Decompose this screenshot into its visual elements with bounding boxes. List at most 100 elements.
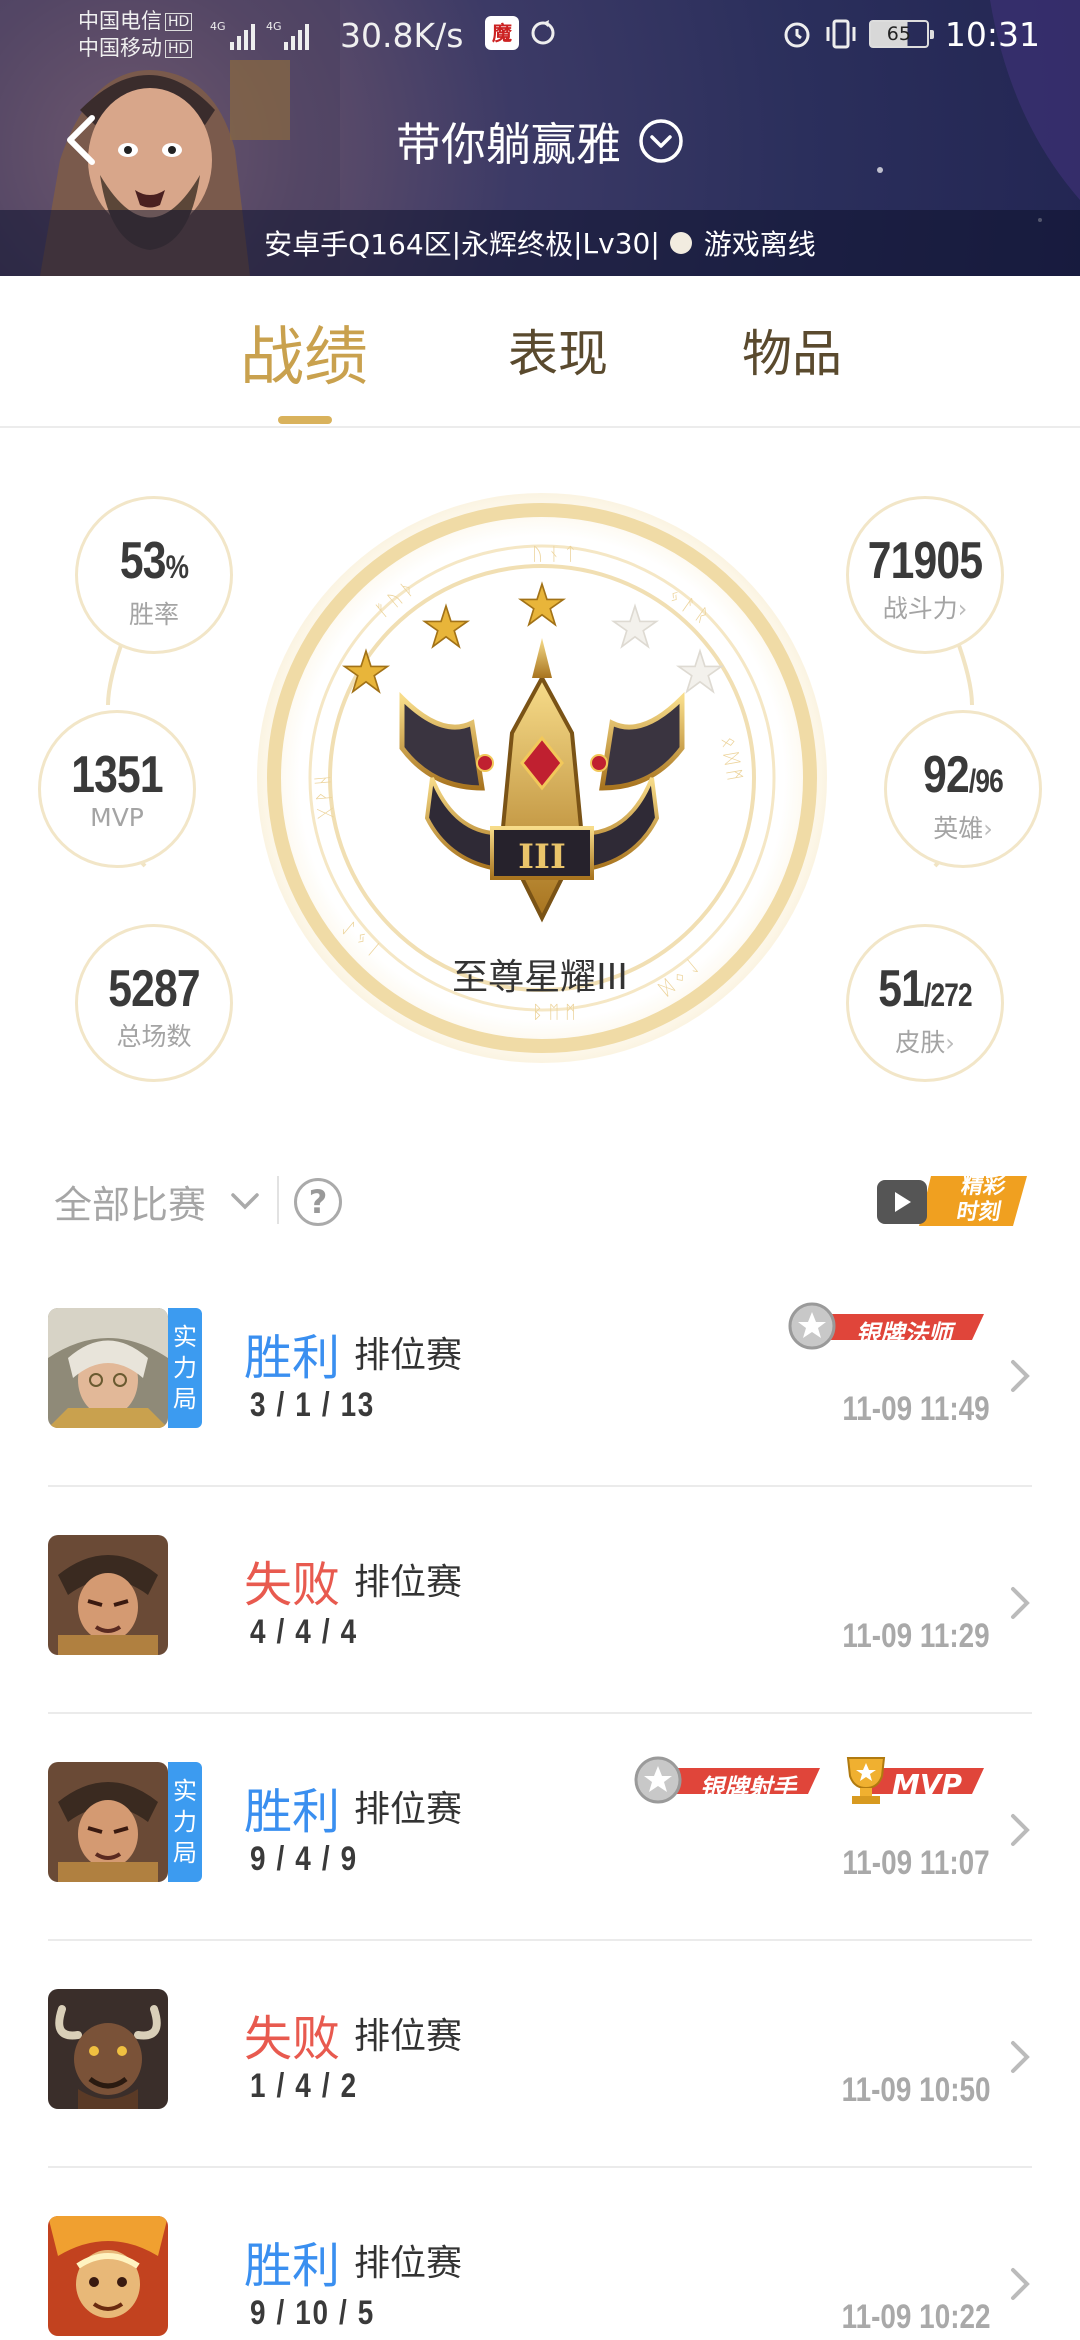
rank-title: 永辉终极 — [461, 228, 574, 261]
ranked-match-tag: 实 力 局 — [168, 1762, 202, 1882]
chevron-down-icon[interactable] — [230, 1192, 260, 1212]
match-row[interactable]: 失败 排位赛 1 / 4 / 2 11-09 10:50 — [48, 1941, 1032, 2168]
heroes-total: /96 — [968, 763, 1004, 799]
match-row[interactable]: 实 力 局 胜利 排位赛 3 / 1 / 13 银牌法师 11-09 11:49 — [48, 1260, 1032, 1487]
hd-badge: HD — [165, 13, 193, 31]
match-kda: 9 / 10 / 5 — [250, 2294, 375, 2332]
chevron-right-icon — [1011, 1360, 1030, 1392]
match-mode: 排位赛 — [354, 1335, 463, 1376]
divider — [277, 1176, 279, 1224]
match-time: 11-09 11:49 — [842, 1390, 990, 1428]
badge-label: 银牌射手 — [700, 1774, 796, 1802]
chevron-right-icon: › — [983, 815, 993, 843]
tab-record[interactable]: 战绩 — [240, 306, 368, 398]
svg-text:ᛒ ᛖ ᛗ: ᛒ ᛖ ᛗ — [532, 1002, 576, 1023]
heroes-label: 英雄 — [933, 814, 984, 843]
ranked-tag-char: 实 — [173, 1777, 197, 1805]
match-mode: 排位赛 — [354, 2016, 463, 2057]
chevron-right-icon — [1011, 1587, 1030, 1619]
online-status-dot — [669, 232, 692, 254]
chevron-right-icon: › — [957, 595, 968, 623]
hero-avatar — [48, 1762, 168, 1882]
match-time: 11-09 11:07 — [842, 1844, 990, 1882]
ranked-match-tag: 实 力 局 — [168, 1308, 202, 1428]
heroes-stat[interactable]: 92/96 英雄› — [884, 710, 1042, 868]
help-icon[interactable]: ? — [294, 1178, 342, 1226]
tab-bar: 战绩 表现 物品 — [0, 276, 1080, 428]
match-kda: 3 / 1 / 13 — [250, 1386, 375, 1424]
highlights-label: 精彩 时刻 — [941, 1174, 1020, 1226]
match-row[interactable]: 胜利 排位赛 9 / 10 / 5 11-09 10:22 — [48, 2168, 1032, 2340]
svg-text:4G: 4G — [266, 20, 282, 33]
ranked-tag-char: 力 — [173, 1808, 197, 1836]
status-bar: 中国电信 HD 中国移动 HD 4G 4G 30.8K/s 魔 65 10:31 — [0, 0, 1080, 72]
match-row[interactable]: 失败 排位赛 4 / 4 / 4 11-09 11:29 — [48, 1487, 1032, 1714]
stats-section: 53% 胜率 1351 MVP 5287 总场数 71905 战斗力› 92/9… — [0, 428, 1080, 1088]
rank-name: 至尊星耀III — [452, 957, 628, 998]
hd-badge: HD — [165, 40, 193, 58]
clock: 10:31 — [944, 14, 1040, 54]
match-row[interactable]: 实 力 局 胜利 排位赛 9 / 4 / 9 银牌射手 MVP 11-09 11… — [48, 1714, 1032, 1941]
svg-text:ᚢ ᚾ ᛏ: ᚢ ᚾ ᛏ — [532, 544, 576, 565]
chevron-right-icon — [1011, 2041, 1030, 2073]
hero-avatar — [48, 1535, 168, 1655]
chevron-right-icon — [1011, 2268, 1030, 2300]
network-speed: 30.8K/s — [340, 16, 464, 55]
match-kda: 4 / 4 / 4 — [250, 1613, 358, 1651]
status-right: 65 10:31 — [781, 14, 1040, 54]
match-result: 失败 — [244, 1557, 341, 1613]
ranked-tag-char: 实 — [173, 1323, 197, 1351]
battery-icon: 65 — [868, 20, 934, 48]
title-area: 带你躺赢雅 — [0, 108, 1080, 173]
combat-power-label: 战斗力 — [882, 594, 958, 623]
carrier-1: 中国电信 — [78, 9, 162, 33]
match-kda: 1 / 4 / 2 — [250, 2067, 358, 2105]
total-games-label: 总场数 — [116, 1022, 192, 1051]
combat-power-stat[interactable]: 71905 战斗力› — [846, 496, 1004, 654]
badge-label: 银牌法师 — [856, 1320, 952, 1348]
mvp-value: 1351 — [71, 746, 163, 804]
svg-text:III: III — [518, 837, 566, 877]
highlights-label-line-2: 时刻 — [954, 1200, 1003, 1225]
svg-text:4G: 4G — [210, 20, 226, 33]
match-mode: 排位赛 — [354, 1562, 463, 1603]
vibrate-icon — [826, 19, 856, 49]
hero-avatar — [48, 1989, 168, 2109]
highlights-label-line-1: 精彩 — [959, 1174, 1008, 1199]
player-info-bar: 安卓手Q164区 | 永辉终极 | Lv30 | 游戏离线 — [0, 210, 1080, 276]
match-result: 胜利 — [244, 1330, 341, 1386]
ranked-tag-char: 局 — [173, 1839, 197, 1867]
match-result: 胜利 — [244, 1784, 341, 1840]
match-time: 11-09 11:29 — [842, 1617, 990, 1655]
match-kda: 9 / 4 / 9 — [250, 1840, 358, 1878]
online-status: 游戏离线 — [703, 228, 816, 261]
chevron-down-circle-icon[interactable] — [638, 118, 684, 164]
separator: | — [573, 226, 583, 260]
carrier-labels: 中国电信 HD 中国移动 HD — [78, 8, 193, 62]
win-rate-label: 胜率 — [128, 600, 179, 629]
server-name: 安卓手Q164区 — [264, 228, 452, 261]
alarm-icon — [784, 22, 810, 48]
match-filter-dropdown[interactable]: 全部比赛 — [54, 1174, 206, 1229]
hero-avatar — [48, 2216, 168, 2336]
match-mode: 排位赛 — [354, 1789, 463, 1830]
separator: | — [451, 226, 462, 260]
hero-avatar — [48, 1308, 168, 1428]
match-time: 11-09 10:22 — [841, 2298, 990, 2336]
profile-header: 中国电信 HD 中国移动 HD 4G 4G 30.8K/s 魔 65 10:31… — [0, 0, 1080, 276]
carrier-2: 中国移动 — [78, 36, 162, 60]
tab-performance[interactable]: 表现 — [508, 314, 608, 386]
signal-icon: 4G 4G — [210, 20, 309, 50]
badge-label: MVP — [892, 1768, 963, 1801]
separator: | — [650, 226, 660, 260]
tab-items[interactable]: 物品 — [742, 314, 842, 386]
ranked-tag-char: 力 — [173, 1354, 197, 1382]
active-tab-indicator — [278, 416, 332, 424]
win-rate-unit: % — [165, 549, 189, 585]
player-nickname[interactable]: 带你躺赢雅 — [396, 108, 621, 173]
skins-label: 皮肤 — [895, 1028, 946, 1057]
win-rate-value: 53 — [119, 532, 167, 590]
mvp-label: MVP — [90, 803, 144, 832]
match-result: 胜利 — [244, 2238, 341, 2294]
mvp-stat: 1351 MVP — [38, 710, 196, 868]
